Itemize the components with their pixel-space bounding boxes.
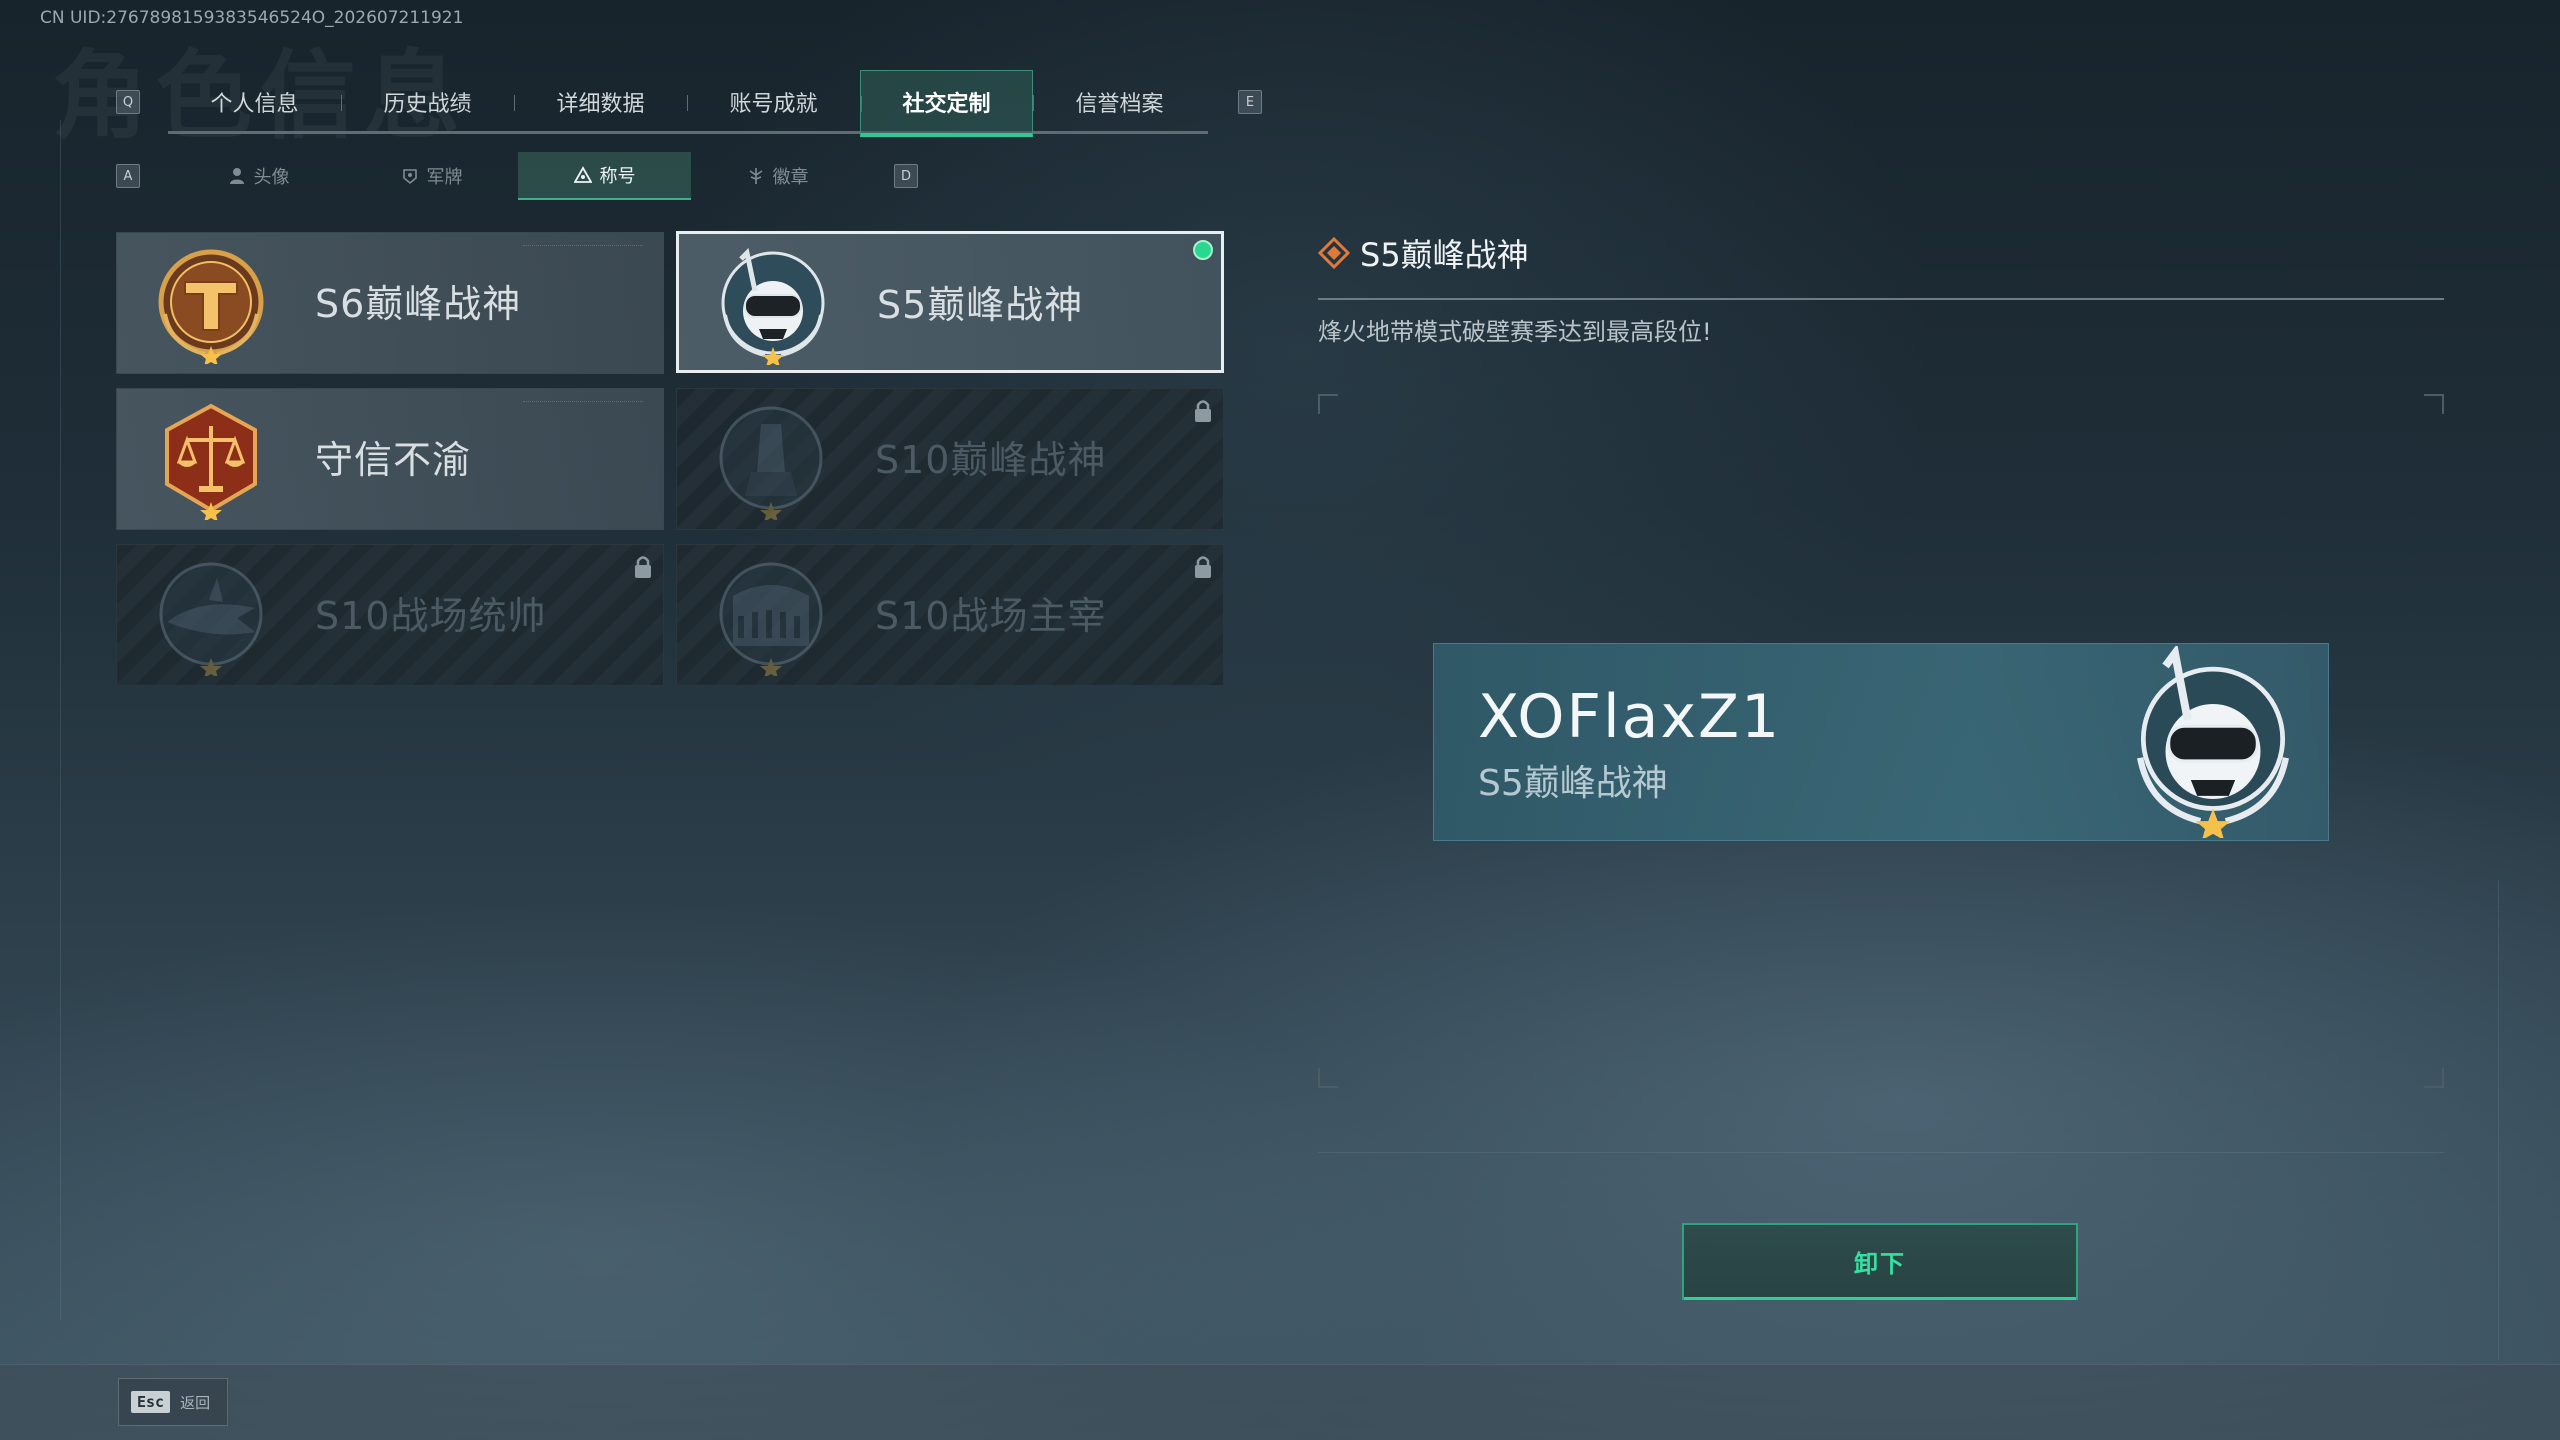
colosseum-emblem-icon — [719, 562, 823, 676]
gold-t-emblem-icon — [158, 249, 264, 364]
player-name: XOFlaxZ1 — [1478, 682, 1782, 752]
tab-social-customization[interactable]: 社交定制 — [860, 70, 1033, 137]
detail-heading: S5巅峰战神 — [1318, 230, 1529, 276]
frame-corner-tl — [1318, 394, 1338, 414]
detail-description: 烽火地带模式破壁赛季达到最高段位! — [1318, 318, 1712, 346]
detail-divider — [1318, 298, 2444, 300]
scales-emblem-icon — [165, 403, 257, 520]
sub-tabs: 头像 军牌 称号 徽章 — [172, 152, 864, 200]
detail-title-text: S5巅峰战神 — [1360, 236, 1529, 274]
diver-skull-emblem-icon — [2137, 646, 2289, 838]
frame-corner-tr — [2424, 394, 2444, 414]
frame-corner-br — [2424, 1068, 2444, 1088]
title-card-label: S10战场统帅 — [315, 594, 547, 638]
subtab-avatar-label: 头像 — [253, 167, 290, 188]
tower-emblem-icon — [719, 406, 823, 520]
hud-line-bottom — [1318, 1152, 2444, 1153]
frame-corner-bl — [1318, 1068, 1338, 1088]
title-card-s5-peak-warlord[interactable]: S5巅峰战神 — [676, 231, 1224, 373]
lock-icon — [1195, 556, 1211, 578]
title-card-s10-peak-warlord[interactable]: S10巅峰战神 — [676, 388, 1224, 530]
subtab-badge-label: 徽章 — [772, 167, 809, 188]
title-card-label: S10战场主宰 — [875, 594, 1107, 638]
lock-icon — [1195, 400, 1211, 422]
next-tab-key[interactable]: E — [1238, 90, 1262, 114]
subtab-dogtag-label: 军牌 — [426, 167, 463, 188]
badge-icon — [749, 168, 762, 184]
prev-subtab-key[interactable]: A — [116, 164, 140, 188]
title-card-s10-battlefield-commander[interactable]: S10战场统帅 — [116, 544, 664, 686]
hud-line-left — [60, 120, 61, 1320]
title-icon — [573, 166, 592, 183]
title-card-label: S6巅峰战神 — [315, 282, 522, 326]
subtab-title[interactable]: 称号 — [518, 152, 691, 200]
subtab-avatar[interactable]: 头像 — [172, 152, 345, 200]
subtab-badge[interactable]: 徽章 — [691, 152, 864, 200]
subtab-title-label: 称号 — [599, 166, 636, 187]
subtab-dogtag[interactable]: 军牌 — [345, 152, 518, 200]
card-decoration — [523, 401, 643, 405]
hud-line-right — [2498, 880, 2499, 1360]
tab-achievements[interactable]: 账号成就 — [687, 70, 860, 134]
unequip-button[interactable]: 卸下 — [1682, 1223, 2078, 1300]
prev-tab-key[interactable]: Q — [116, 90, 140, 114]
title-card-label: 守信不渝 — [315, 438, 472, 482]
tab-personal-info[interactable]: 个人信息 — [168, 70, 341, 134]
nameplate-preview: XOFlaxZ1 S5巅峰战神 — [1433, 643, 2329, 841]
next-subtab-key[interactable]: D — [894, 164, 918, 188]
title-card-keep-faith[interactable]: 守信不渝 — [116, 388, 664, 530]
main-tabs: 个人信息 历史战绩 详细数据 账号成就 社交定制 信誉档案 — [168, 70, 1208, 137]
tab-match-history[interactable]: 历史战绩 — [341, 70, 514, 134]
title-card-s10-battlefield-dominator[interactable]: S10战场主宰 — [676, 544, 1224, 686]
back-button[interactable]: Esc 返回 — [118, 1378, 228, 1426]
tab-credit-profile[interactable]: 信誉档案 — [1033, 70, 1206, 134]
nameplate-title: S5巅峰战神 — [1478, 763, 1668, 804]
dogtag-icon — [402, 169, 417, 185]
diamond-icon — [1318, 237, 1350, 269]
bottom-bar — [0, 1364, 2560, 1440]
lock-icon — [635, 556, 651, 578]
esc-key: Esc — [131, 1391, 171, 1413]
equipped-indicator — [1193, 240, 1213, 260]
shark-emblem-icon — [159, 562, 263, 676]
title-card-s6-peak-warlord[interactable]: S6巅峰战神 — [116, 232, 664, 374]
diver-skull-emblem-icon — [721, 247, 825, 365]
card-decoration — [523, 245, 643, 249]
person-icon — [229, 168, 244, 184]
tab-detailed-data[interactable]: 详细数据 — [514, 70, 687, 134]
back-label: 返回 — [180, 1393, 211, 1412]
title-card-label: S10巅峰战神 — [875, 438, 1107, 482]
title-card-label: S5巅峰战神 — [877, 283, 1084, 327]
